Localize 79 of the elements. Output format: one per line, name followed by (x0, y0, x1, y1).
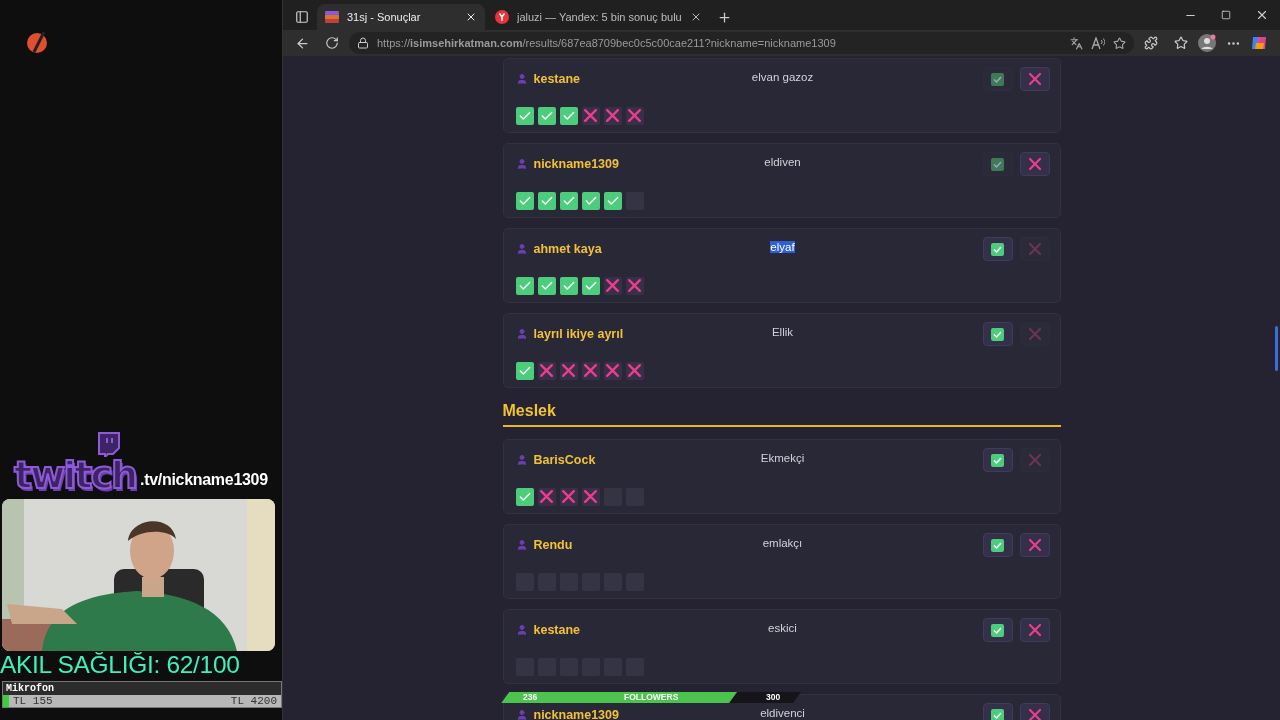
cross-icon (1027, 327, 1042, 341)
cross-icon (1027, 623, 1042, 637)
check-icon (991, 623, 1004, 637)
browser-tab[interactable]: 31sj - Sonuçlar (317, 4, 485, 30)
answer-text: Ekmekçi (760, 452, 805, 464)
copilot-icon[interactable] (1250, 34, 1268, 52)
approve-button[interactable] (982, 322, 1013, 346)
user-icon (515, 539, 528, 551)
check-icon (991, 538, 1004, 552)
player-name: layrıl ikiye ayrıl (533, 327, 624, 341)
section-title: Meslek (502, 398, 1061, 427)
cross-icon (1027, 708, 1042, 720)
user-icon (515, 454, 528, 466)
meter-max: TL 4200 (230, 695, 277, 707)
translate-icon[interactable] (1070, 36, 1083, 50)
read-aloud-icon[interactable] (1091, 36, 1105, 50)
meter-label: Mikrofon (5, 682, 55, 695)
tab-title: 31sj - Sonuçlar (347, 11, 422, 23)
user-icon (515, 158, 528, 170)
tab-title: jaluzi — Yandex: 5 bin sonuç bulu (517, 11, 682, 23)
followers-goal: 300 (766, 692, 781, 703)
check-icon (991, 72, 1004, 86)
check-icon (991, 453, 1004, 467)
player-name: kestane (533, 72, 581, 86)
answer-text: eskici (768, 622, 797, 634)
cross-icon (1027, 72, 1042, 86)
approve-button[interactable] (982, 533, 1013, 557)
user-icon (515, 709, 528, 720)
answer-text: elyaf (770, 241, 795, 253)
cross-icon (1027, 538, 1042, 552)
twitch-logo: twitch (14, 457, 137, 493)
player-name: Rendu (533, 538, 573, 552)
user-icon (515, 624, 528, 636)
answer-text: Ellik (771, 326, 794, 338)
answer-text: eldiven (764, 156, 801, 168)
address-bar[interactable]: https://isimsehirkatman.com/results/687ea8709bec0c5c00cae211?nickname=nickname1309 (349, 32, 1134, 54)
approve-button[interactable] (982, 618, 1013, 642)
player-name: nickname1309 (533, 708, 619, 720)
approve-button[interactable] (982, 448, 1013, 472)
favorite-icon[interactable] (1113, 36, 1126, 50)
reject-button[interactable] (1019, 533, 1050, 557)
player-name: kestane (533, 623, 581, 637)
check-icon (991, 708, 1004, 720)
browser-tab[interactable]: jaluzi — Yandex: 5 bin sonuç bulu (487, 4, 710, 30)
site-icon (495, 10, 509, 24)
user-icon (515, 328, 528, 340)
approve-button[interactable] (982, 237, 1013, 261)
answer-text: eldivenci (760, 707, 805, 719)
followers-count: 236 (523, 692, 538, 703)
close-icon[interactable] (465, 11, 477, 23)
channel-url: .tv/nickname1309 (140, 471, 268, 489)
chat-bubble-icon (96, 431, 123, 457)
user-icon (515, 243, 528, 255)
lock-icon (357, 37, 369, 49)
reject-button[interactable] (1019, 67, 1050, 91)
avatar-icon[interactable] (1198, 34, 1216, 52)
check-icon (991, 157, 1004, 171)
followers-label: FOLLOWERS (624, 692, 679, 703)
reject-button[interactable] (1019, 152, 1050, 176)
player-name: nickname1309 (533, 157, 619, 171)
logo-icon (26, 30, 50, 54)
url-text: https://isimsehirkatman.com/results/687ea8709bec0c5c00cae211?nickname=nickname1309 (377, 37, 837, 49)
sanity-counter: AKIL SAĞLIĞI: 62/100 (0, 651, 241, 679)
reject-button[interactable] (1019, 618, 1050, 642)
check-icon (991, 242, 1004, 256)
player-name: BarisCock (533, 453, 596, 467)
player-name: ahmet kaya (533, 242, 602, 256)
site-icon (325, 11, 339, 23)
meter-min: TL 155 (13, 695, 53, 707)
answer-text: elvan gazoz (751, 71, 814, 83)
reject-button[interactable] (1019, 703, 1050, 720)
check-icon (991, 327, 1004, 341)
approve-button[interactable] (982, 703, 1013, 720)
cross-icon (1027, 157, 1042, 171)
cross-icon (1027, 242, 1042, 256)
user-icon (515, 73, 528, 85)
cross-icon (1027, 453, 1042, 467)
answer-text: emlakçı (762, 537, 803, 549)
scrollbar-thumb (1275, 326, 1278, 371)
